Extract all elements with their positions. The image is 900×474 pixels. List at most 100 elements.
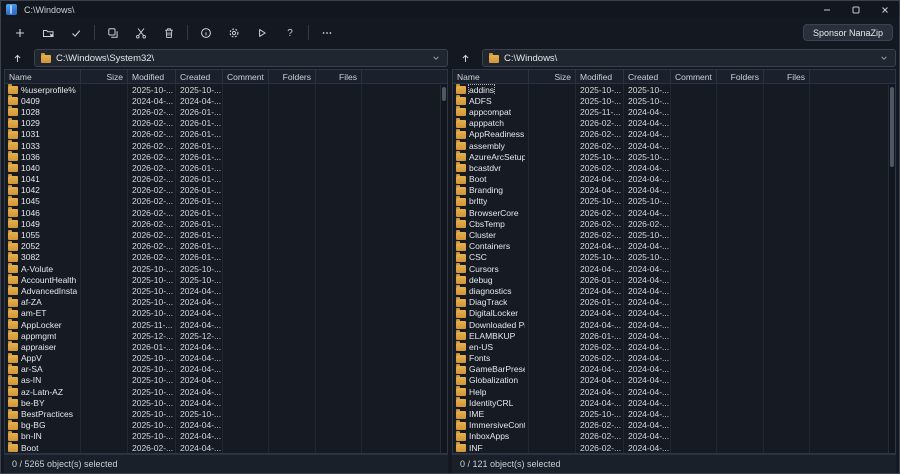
table-row[interactable]: 1055 2026-02-... 2026-01-... xyxy=(5,229,447,240)
table-row[interactable]: IME 2025-10-... 2024-04-... xyxy=(453,408,895,419)
test-button[interactable] xyxy=(63,21,89,44)
column-header-name[interactable]: Name xyxy=(453,70,529,83)
table-row[interactable]: en-US 2026-02-... 2024-04-... xyxy=(453,341,895,352)
info-button[interactable] xyxy=(193,21,219,44)
table-row[interactable]: Boot 2024-04-... 2024-04-... xyxy=(453,174,895,185)
column-header-created[interactable]: Created xyxy=(624,70,671,83)
table-row[interactable]: diagnostics 2024-04-... 2024-04-... xyxy=(453,285,895,296)
table-row[interactable]: Fonts 2026-02-... 2024-04-... xyxy=(453,353,895,364)
table-row[interactable]: Branding 2024-04-... 2024-04-... xyxy=(453,185,895,196)
chevron-down-icon[interactable] xyxy=(879,53,889,63)
table-row[interactable]: appmgmt 2025-12-... 2025-12-... xyxy=(5,330,447,341)
table-row[interactable]: 2052 2026-02-... 2026-01-... xyxy=(5,241,447,252)
table-row[interactable]: AppV 2025-10-... 2024-04-... xyxy=(5,353,447,364)
column-header-modified[interactable]: Modified xyxy=(128,70,176,83)
right-path-combobox[interactable]: C:\Windows\ xyxy=(482,49,896,67)
scrollbar-thumb[interactable] xyxy=(890,87,894,167)
table-row[interactable]: AdvancedInstall... 2025-10-... 2024-04-.… xyxy=(5,285,447,296)
table-row[interactable]: 1033 2026-02-... 2026-01-... xyxy=(5,140,447,151)
table-row[interactable]: 3082 2026-02-... 2026-01-... xyxy=(5,252,447,263)
table-row[interactable]: 1046 2026-02-... 2026-01-... xyxy=(5,207,447,218)
table-row[interactable]: assembly 2026-02-... 2024-04-... xyxy=(453,140,895,151)
column-header-comment[interactable]: Comment xyxy=(223,70,269,83)
table-row[interactable]: 1028 2026-02-... 2026-01-... xyxy=(5,106,447,117)
table-row[interactable]: apppatch 2026-02-... 2024-04-... xyxy=(453,118,895,129)
column-header-size[interactable]: Size xyxy=(81,70,128,83)
chevron-down-icon[interactable] xyxy=(431,53,441,63)
table-row[interactable]: BestPractices 2025-10-... 2025-10-... xyxy=(5,408,447,419)
table-row[interactable]: bg-BG 2025-10-... 2024-04-... xyxy=(5,420,447,431)
table-row[interactable]: 1031 2026-02-... 2026-01-... xyxy=(5,129,447,140)
scrollbar-thumb[interactable] xyxy=(442,87,446,101)
table-row[interactable]: BrowserCore 2026-02-... 2024-04-... xyxy=(453,207,895,218)
table-row[interactable]: 1029 2026-02-... 2026-01-... xyxy=(5,118,447,129)
table-row[interactable]: Help 2024-04-... 2024-04-... xyxy=(453,386,895,397)
table-row[interactable]: Globalization 2024-04-... 2024-04-... xyxy=(453,375,895,386)
table-row[interactable]: bcastdvr 2026-02-... 2024-04-... xyxy=(453,162,895,173)
table-row[interactable]: CbsTemp 2026-02-... 2026-02-... xyxy=(453,218,895,229)
table-row[interactable]: 1036 2026-02-... 2026-01-... xyxy=(5,151,447,162)
table-row[interactable]: as-IN 2025-10-... 2024-04-... xyxy=(5,375,447,386)
table-row[interactable]: Downloaded Pr... 2024-04-... 2024-04-... xyxy=(453,319,895,330)
table-row[interactable]: AzureArcSetup 2025-10-... 2025-10-... xyxy=(453,151,895,162)
column-header-created[interactable]: Created xyxy=(176,70,223,83)
column-header-folders[interactable]: Folders xyxy=(717,70,764,83)
table-row[interactable]: AccountHealth... 2025-10-... 2025-10-... xyxy=(5,274,447,285)
column-header-comment[interactable]: Comment xyxy=(671,70,717,83)
up-button[interactable] xyxy=(454,49,476,67)
table-row[interactable]: addins 2025-10-... 2025-10-... xyxy=(453,84,895,95)
copy-button[interactable] xyxy=(100,21,126,44)
close-button[interactable] xyxy=(870,1,899,18)
column-header-files[interactable]: Files xyxy=(316,70,362,83)
table-row[interactable]: brltty 2025-10-... 2025-10-... xyxy=(453,196,895,207)
left-vertical-scrollbar[interactable] xyxy=(440,85,447,453)
table-row[interactable]: Cursors 2024-04-... 2024-04-... xyxy=(453,263,895,274)
table-row[interactable]: 1041 2026-02-... 2026-01-... xyxy=(5,174,447,185)
table-row[interactable]: appraiser 2026-01-... 2024-04-... xyxy=(5,341,447,352)
table-row[interactable]: af-ZA 2025-10-... 2024-04-... xyxy=(5,297,447,308)
table-row[interactable]: ELAMBKUP 2026-01-... 2024-04-... xyxy=(453,330,895,341)
left-path-combobox[interactable]: C:\Windows\System32\ xyxy=(34,49,448,67)
maximize-button[interactable] xyxy=(841,1,870,18)
minimize-button[interactable] xyxy=(812,1,841,18)
table-row[interactable]: DigitalLocker 2024-04-... 2024-04-... xyxy=(453,308,895,319)
table-row[interactable]: 1049 2026-02-... 2026-01-... xyxy=(5,218,447,229)
table-row[interactable]: bn-IN 2025-10-... 2024-04-... xyxy=(5,431,447,442)
table-row[interactable]: INF 2026-02-... 2024-04-... xyxy=(453,442,895,453)
table-row[interactable]: DiagTrack 2026-01-... 2024-04-... xyxy=(453,297,895,308)
column-header-name[interactable]: Name xyxy=(5,70,81,83)
table-row[interactable]: ADFS 2025-10-... 2025-10-... xyxy=(453,95,895,106)
table-row[interactable]: AppLocker 2025-11-... 2024-04-... xyxy=(5,319,447,330)
table-row[interactable]: debug 2026-01-... 2024-04-... xyxy=(453,274,895,285)
table-row[interactable]: CSC 2025-10-... 2025-10-... xyxy=(453,252,895,263)
delete-button[interactable] xyxy=(156,21,182,44)
column-header-folders[interactable]: Folders xyxy=(269,70,316,83)
table-row[interactable]: ImmersiveContr... 2026-02-... 2024-04-..… xyxy=(453,420,895,431)
table-row[interactable]: Containers 2024-04-... 2024-04-... xyxy=(453,241,895,252)
more-button[interactable] xyxy=(314,21,340,44)
table-row[interactable]: be-BY 2025-10-... 2024-04-... xyxy=(5,397,447,408)
benchmark-button[interactable] xyxy=(249,21,275,44)
column-header-size[interactable]: Size xyxy=(529,70,576,83)
table-row[interactable]: Cluster 2026-02-... 2025-10-... xyxy=(453,229,895,240)
help-button[interactable]: ? xyxy=(277,21,303,44)
table-row[interactable]: 0409 2024-04-... 2024-04-... xyxy=(5,95,447,106)
right-vertical-scrollbar[interactable] xyxy=(888,85,895,453)
extract-button[interactable] xyxy=(35,21,61,44)
table-row[interactable]: ar-SA 2025-10-... 2024-04-... xyxy=(5,364,447,375)
table-row[interactable]: A-Volute 2025-10-... 2025-10-... xyxy=(5,263,447,274)
move-button[interactable] xyxy=(128,21,154,44)
table-row[interactable]: Boot 2026-02-... 2024-04-... xyxy=(5,442,447,453)
table-row[interactable]: 1040 2026-02-... 2026-01-... xyxy=(5,162,447,173)
table-row[interactable]: az-Latn-AZ 2025-10-... 2024-04-... xyxy=(5,386,447,397)
table-row[interactable]: InboxApps 2026-02-... 2024-04-... xyxy=(453,431,895,442)
add-button[interactable] xyxy=(7,21,33,44)
table-row[interactable]: am-ET 2025-10-... 2024-04-... xyxy=(5,308,447,319)
column-header-modified[interactable]: Modified xyxy=(576,70,624,83)
sponsor-button[interactable]: Sponsor NanaZip xyxy=(803,24,893,41)
column-header-files[interactable]: Files xyxy=(764,70,810,83)
table-row[interactable]: 1045 2026-02-... 2026-01-... xyxy=(5,196,447,207)
table-row[interactable]: IdentityCRL 2024-04-... 2024-04-... xyxy=(453,397,895,408)
table-row[interactable]: AppReadiness 2026-02-... 2024-04-... xyxy=(453,129,895,140)
up-button[interactable] xyxy=(6,49,28,67)
